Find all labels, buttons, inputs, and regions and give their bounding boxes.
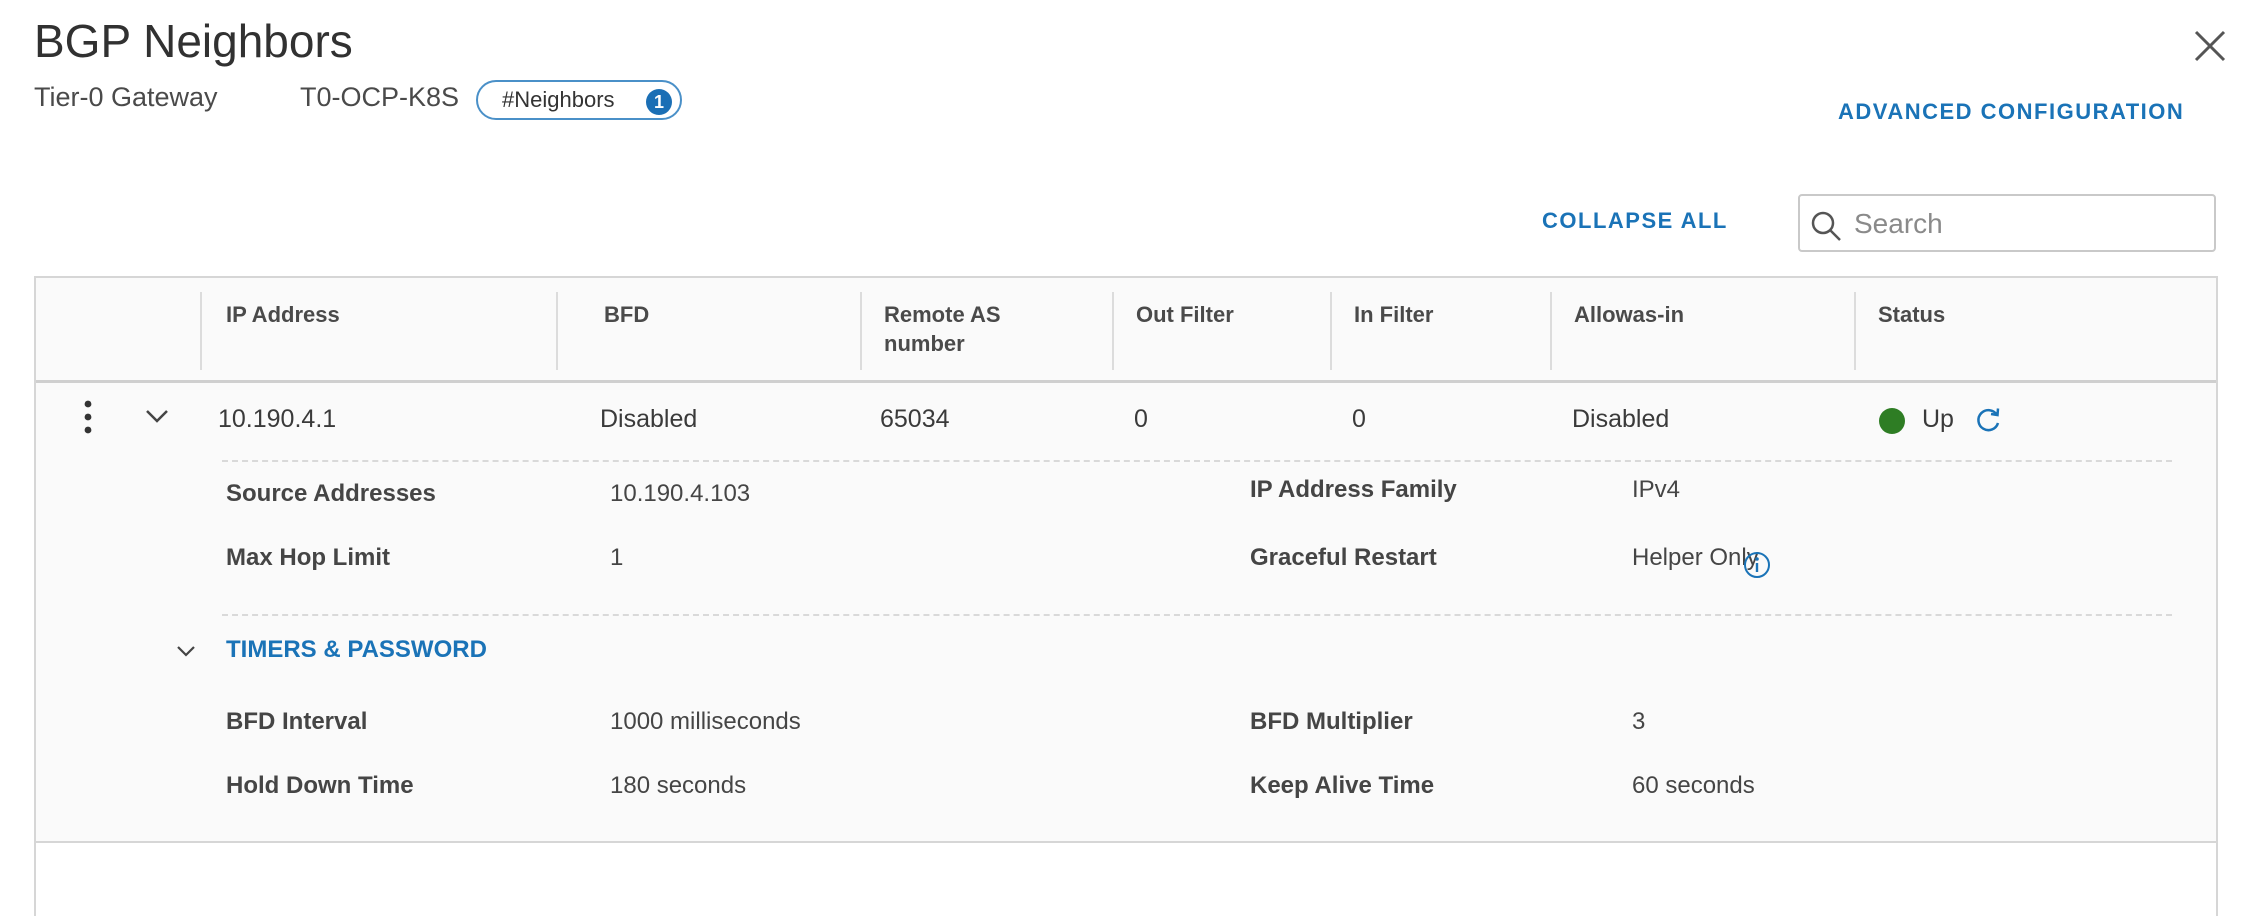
cell-status: Up [1922, 405, 1954, 433]
neighbors-badge[interactable]: #Neighbors 1 [476, 80, 682, 120]
max-hop-value: 1 [610, 544, 624, 571]
search-input[interactable] [1852, 202, 2206, 246]
bfd-interval-value: 1000 milliseconds [610, 708, 801, 735]
graceful-restart-label: Graceful Restart [1250, 544, 1437, 571]
column-header-allowas-in[interactable]: Allowas-in [1574, 300, 1684, 329]
column-separator [1112, 292, 1114, 370]
column-header-in-filter[interactable]: In Filter [1354, 300, 1433, 329]
gateway-name: T0-OCP-K8S [300, 82, 460, 112]
divider [222, 614, 2172, 616]
close-icon [2194, 30, 2226, 62]
close-button[interactable] [2190, 26, 2230, 66]
neighbors-badge-label: #Neighbors [502, 87, 615, 112]
ip-family-value: IPv4 [1632, 476, 1681, 503]
chevron-down-icon [177, 646, 195, 657]
keep-alive-label: Keep Alive Time [1250, 772, 1435, 799]
chevron-down-icon [146, 410, 168, 423]
status-up-indicator [1879, 408, 1905, 434]
gateway-type-label: Tier-0 Gateway [34, 82, 218, 112]
bfd-interval-label: BFD Interval [226, 708, 368, 735]
cell-remote-as: 65034 [880, 405, 950, 433]
hold-down-value: 180 seconds [610, 772, 747, 799]
bfd-multiplier-value: 3 [1632, 708, 1646, 735]
source-addresses-label: Source Addresses [226, 480, 436, 507]
source-addresses-value: 10.190.4.103 [610, 480, 751, 507]
search-icon [1811, 211, 1841, 241]
refresh-icon [1977, 408, 2000, 432]
column-header-status[interactable]: Status [1878, 300, 1945, 329]
cell-bfd: Disabled [600, 405, 698, 433]
column-separator [860, 292, 862, 370]
kebab-menu-icon [84, 400, 92, 434]
bfd-multiplier-label: BFD Multiplier [1250, 708, 1413, 735]
timers-expand-toggle[interactable] [174, 642, 198, 665]
graceful-restart-info-button[interactable] [1742, 550, 1772, 585]
grid-body: IP Address BFD Remote AS number Out Filt… [36, 278, 2216, 843]
advanced-configuration-button[interactable]: ADVANCED CONFIGURATION [1838, 99, 2184, 125]
column-header-ip-address[interactable]: IP Address [226, 300, 340, 329]
cell-ip-address: 10.190.4.1 [218, 405, 337, 433]
cell-allowas-in: Disabled [1572, 405, 1670, 433]
column-separator [1330, 292, 1332, 370]
row-expand-toggle[interactable] [144, 406, 170, 431]
cell-in-filter[interactable]: 0 [1352, 405, 1366, 434]
collapse-all-button[interactable]: COLLAPSE ALL [1542, 208, 1728, 234]
max-hop-label: Max Hop Limit [226, 544, 391, 571]
timers-password-section-title[interactable]: TIMERS & PASSWORD [226, 636, 487, 664]
graceful-restart-value: Helper Only [1632, 544, 1759, 571]
refresh-status-button[interactable] [1973, 406, 2003, 441]
column-header-bfd[interactable]: BFD [604, 300, 649, 329]
hold-down-label: Hold Down Time [226, 772, 414, 799]
column-header-remote-as[interactable]: Remote AS number [884, 300, 1024, 358]
ip-family-label: IP Address Family [1250, 476, 1457, 503]
column-header-out-filter[interactable]: Out Filter [1136, 300, 1234, 329]
column-separator [556, 292, 558, 370]
info-icon [1744, 552, 1770, 578]
column-separator [200, 292, 202, 370]
cell-out-filter[interactable]: 0 [1134, 405, 1148, 434]
column-separator [1550, 292, 1552, 370]
row-actions-button[interactable] [82, 398, 94, 443]
keep-alive-value: 60 seconds [1632, 772, 1755, 799]
divider [222, 460, 2172, 462]
search-box[interactable] [1798, 194, 2216, 252]
bgp-neighbors-grid: IP Address BFD Remote AS number Out Filt… [34, 276, 2218, 916]
neighbors-count: 1 [646, 89, 672, 115]
page-title: BGP Neighbors [34, 15, 353, 67]
grid-header: IP Address BFD Remote AS number Out Filt… [36, 278, 2216, 383]
column-separator [1854, 292, 1856, 370]
